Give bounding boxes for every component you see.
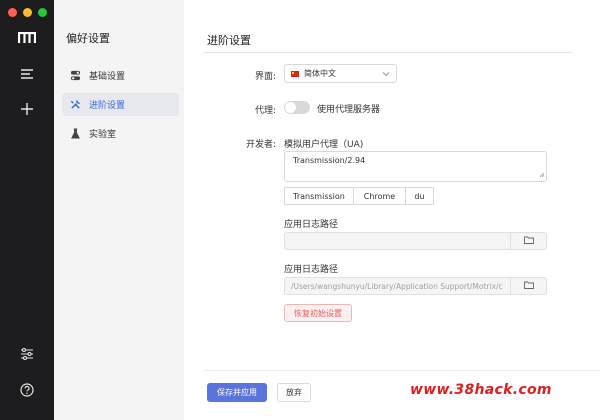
help-icon[interactable] [0,382,54,398]
discard-button[interactable]: 放弃 [277,383,311,402]
language-value: 简体中文 [304,69,336,78]
ua-transmission-button[interactable]: Transmission [284,187,354,205]
proxy-toggle[interactable] [284,101,310,114]
user-agent-value: Transmission/2.94 [293,156,366,165]
language-select[interactable]: 简体中文 [284,64,397,83]
flask-icon [70,128,81,139]
sidebar-item-lab[interactable]: 实验室 [62,122,179,145]
proxy-label: 代理: [254,106,276,116]
title-divider [204,52,573,53]
sidebar-title: 偏好设置 [66,32,110,45]
preferences-sidebar: 偏好设置 基础设置 进阶设置 实验室 [54,0,184,420]
toggle-knob [285,102,296,113]
user-agent-title: 模拟用户代理（UA) [284,140,364,150]
folder-icon [523,281,534,292]
menu-icon[interactable] [0,66,54,82]
close-window-button[interactable] [8,8,17,17]
page-title: 进阶设置 [207,34,251,47]
china-flag-icon [291,70,299,77]
log-path-input-1[interactable] [284,232,511,250]
chevron-down-icon [382,70,390,80]
ua-chrome-button[interactable]: Chrome [354,187,406,205]
app-logo-icon [0,30,54,46]
minimize-window-button[interactable] [23,8,32,17]
preferences-icon[interactable] [0,346,54,362]
reset-defaults-button[interactable]: 恢复初始设置 [284,304,352,322]
proxy-toggle-label: 使用代理服务器 [317,105,381,115]
footer-divider [204,370,600,371]
folder-icon [523,236,534,247]
user-agent-presets: Transmission Chrome du [284,187,434,205]
sidebar-item-advanced[interactable]: 进阶设置 [62,93,179,116]
language-label: 界面: [254,72,276,82]
developer-label: 开发者: [245,140,276,150]
zoom-window-button[interactable] [38,8,47,17]
ua-du-button[interactable]: du [406,187,434,205]
app-rail [0,0,54,420]
browse-folder-button-1[interactable] [511,232,547,250]
tools-icon [70,99,81,110]
watermark: www.38hack.com [410,382,552,398]
basic-settings-icon [70,70,81,81]
sidebar-item-label: 实验室 [89,130,117,140]
browse-folder-button-2[interactable] [511,277,547,295]
add-task-icon[interactable] [0,101,54,117]
log-path-label-1: 应用日志路径 [284,220,339,230]
window-controls [8,8,47,17]
sidebar-item-label: 进阶设置 [89,101,126,111]
log-path-input-2[interactable]: /Users/wangshunyu/Library/Application Su… [284,277,511,295]
sidebar-item-label: 基础设置 [89,72,126,82]
settings-panel: 进阶设置 界面: 简体中文 代理: 使用代理服务器 开发者: 模拟用户代理（UA… [184,0,600,420]
resize-handle-icon[interactable] [539,171,545,180]
user-agent-textarea[interactable]: Transmission/2.94 [284,151,547,182]
save-apply-button[interactable]: 保存并应用 [207,383,267,402]
log-path-label-2: 应用日志路径 [284,265,339,275]
sidebar-item-basic[interactable]: 基础设置 [62,64,179,87]
